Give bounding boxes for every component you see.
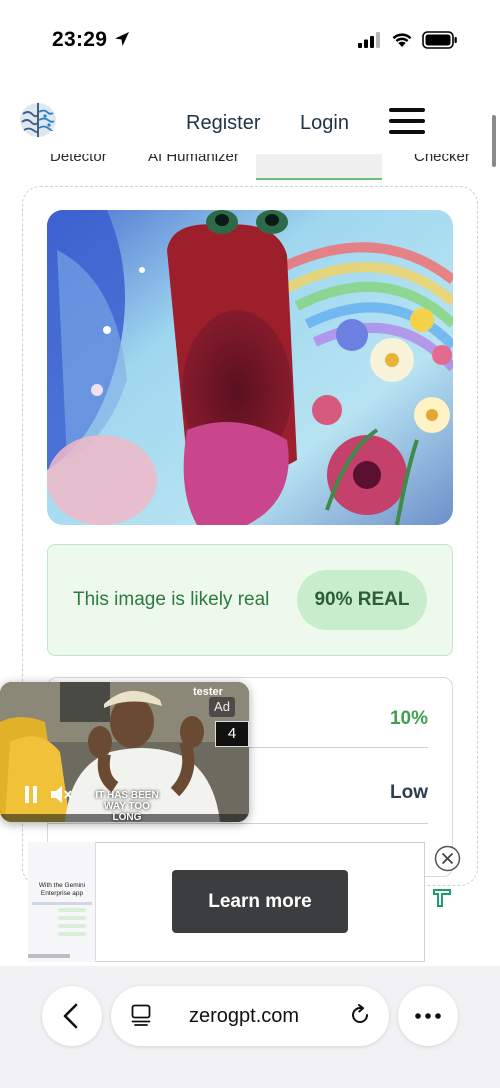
register-link[interactable]: Register xyxy=(186,112,260,135)
site-header: Register Login xyxy=(0,92,500,154)
pause-icon[interactable] xyxy=(24,786,38,803)
uploaded-image xyxy=(47,210,453,525)
reader-tabs-icon[interactable] xyxy=(131,1004,151,1026)
url-text[interactable]: zerogpt.com xyxy=(189,1005,299,1028)
brain-logo-icon[interactable] xyxy=(18,100,58,140)
reload-icon[interactable] xyxy=(349,1004,371,1026)
wifi-icon xyxy=(392,33,412,47)
mute-icon[interactable] xyxy=(50,785,72,804)
tab-ai-humanizer[interactable]: AI Humanizer xyxy=(148,154,239,165)
learn-more-button[interactable]: Learn more xyxy=(172,870,348,933)
back-button[interactable] xyxy=(42,986,102,1046)
ad-choices-icon[interactable] xyxy=(431,886,453,908)
uploaded-image-artwork xyxy=(47,210,453,525)
location-arrow-icon xyxy=(115,32,129,46)
active-tab-indicator xyxy=(256,178,382,180)
tab-detector[interactable]: Detector xyxy=(50,154,107,165)
result-banner: This image is likely real 90% REAL xyxy=(47,544,453,656)
banner-ad-thumbnail: With the Gemini Enterprise app xyxy=(28,842,96,962)
result-badge: 90% REAL xyxy=(297,570,427,630)
detail-value-ai-probability: 10% xyxy=(389,708,428,729)
ellipsis-icon xyxy=(415,1013,441,1019)
detail-value-risk-level: Low xyxy=(390,782,428,803)
tab-checker[interactable]: Checker xyxy=(414,154,470,165)
ad-label: Ad xyxy=(209,697,235,717)
status-time: 23:29 xyxy=(52,28,108,51)
result-text: This image is likely real xyxy=(73,589,270,610)
ad-countdown: 4 xyxy=(215,721,249,747)
tab-active-background xyxy=(256,154,382,178)
chevron-left-icon xyxy=(63,1003,78,1029)
cellular-signal-icon xyxy=(358,32,380,48)
video-caption: IT HAS BEEN WAY TOO LONG xyxy=(95,790,159,823)
hamburger-menu-icon[interactable] xyxy=(389,108,425,138)
status-bar: 23:29 xyxy=(0,0,500,80)
more-options-button[interactable] xyxy=(398,986,458,1046)
banner-ad-thumb-art xyxy=(28,902,92,958)
tool-tabs: Detector AI Humanizer Checker xyxy=(0,154,500,180)
close-ad-icon[interactable] xyxy=(434,845,461,872)
login-link[interactable]: Login xyxy=(300,112,349,135)
battery-icon xyxy=(422,31,457,49)
